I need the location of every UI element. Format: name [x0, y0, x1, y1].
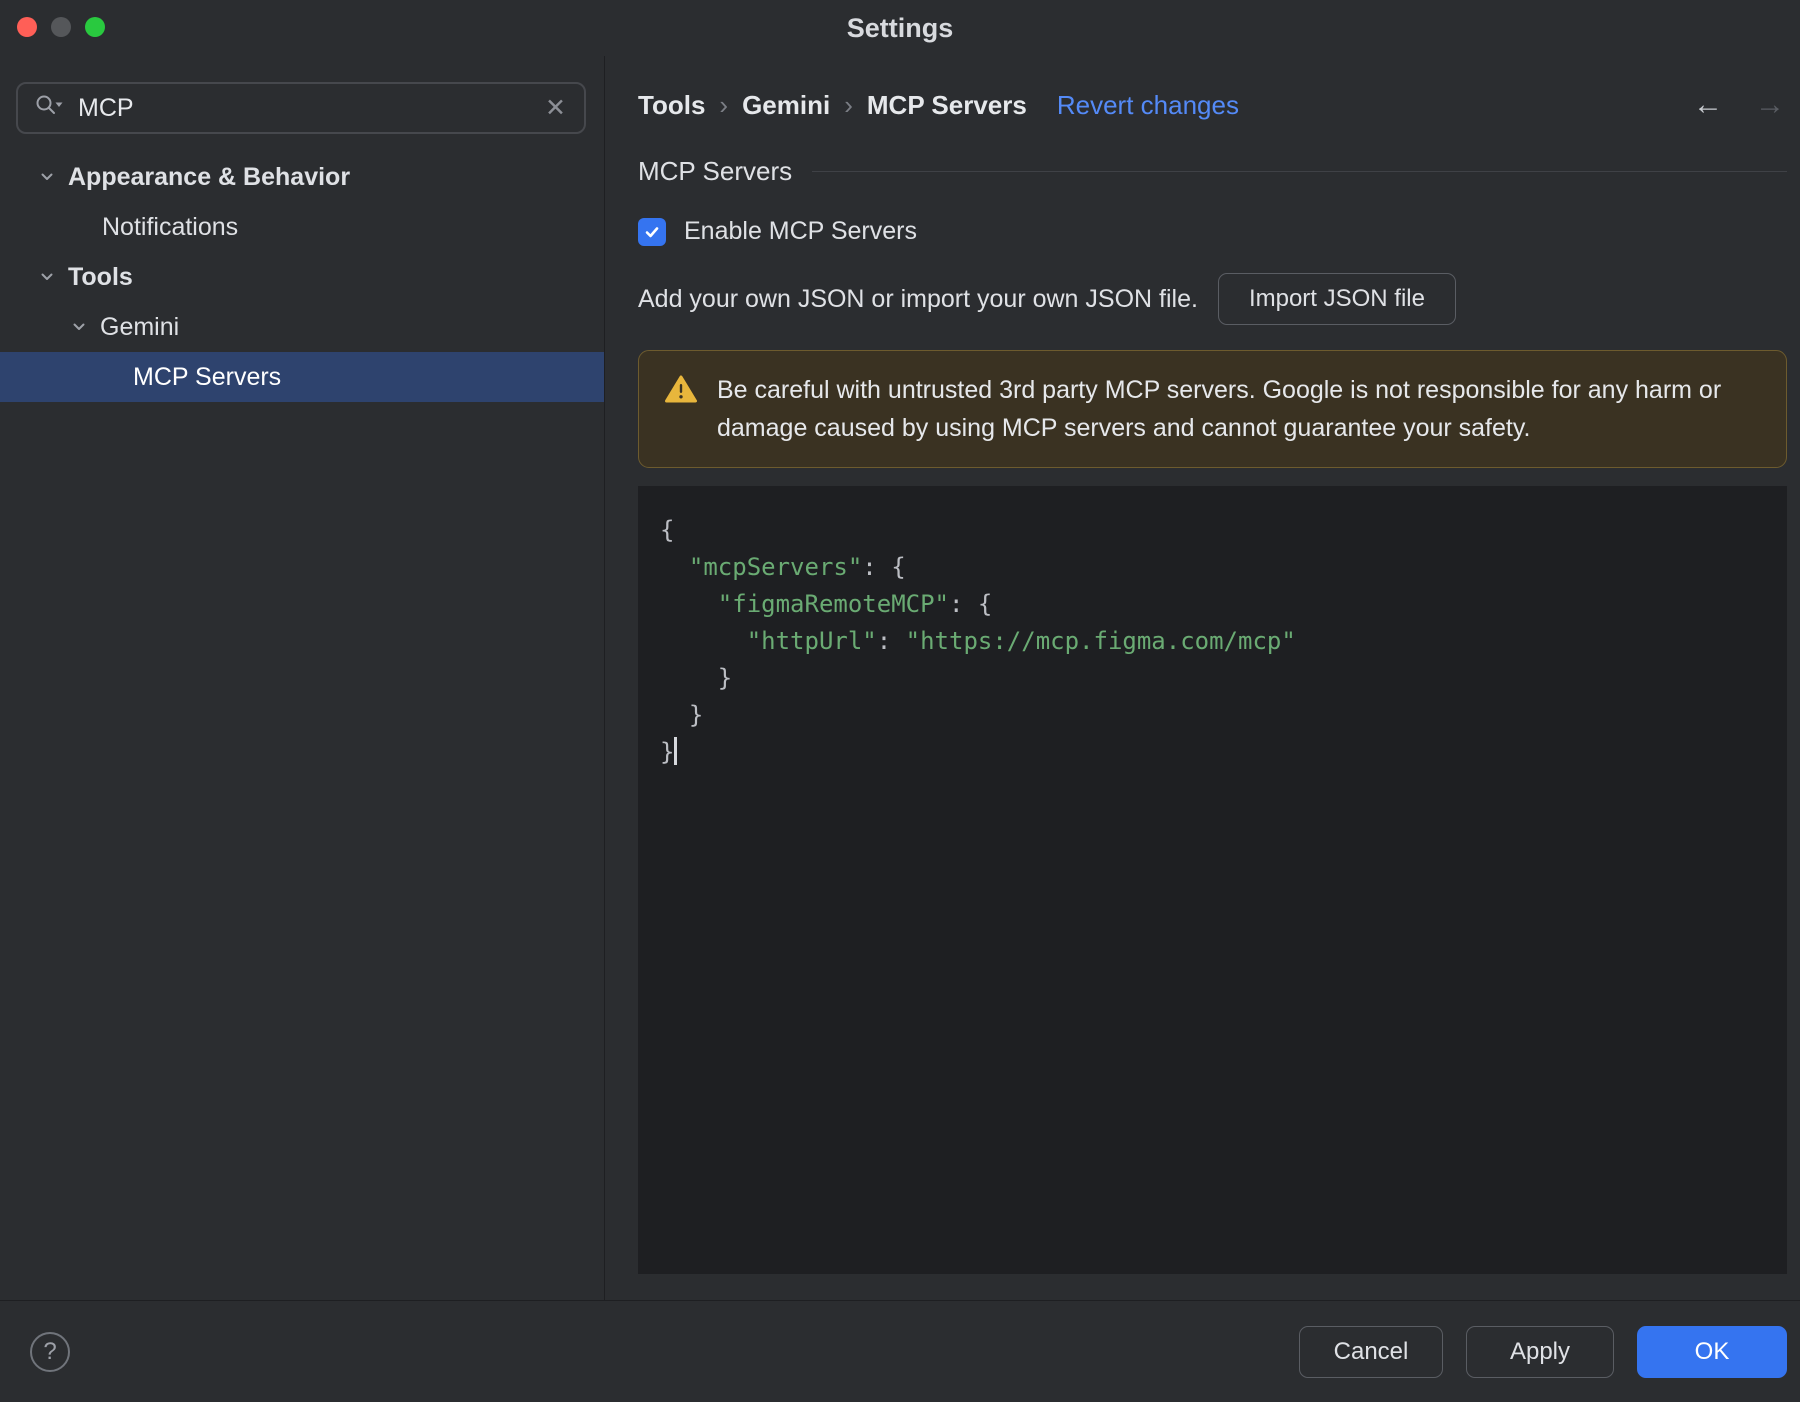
code-line: } — [660, 664, 733, 692]
sidebar-item-tools[interactable]: Tools — [0, 252, 604, 302]
warning-text: Be careful with untrusted 3rd party MCP … — [717, 376, 1722, 442]
import-description: Add your own JSON or import your own JSO… — [638, 284, 1198, 313]
ok-button[interactable]: OK — [1637, 1325, 1787, 1378]
import-row: Add your own JSON or import your own JSO… — [638, 272, 1787, 326]
sidebar-item-appearance-behavior[interactable]: Appearance & Behavior — [0, 152, 604, 202]
chevron-separator-icon: › — [844, 89, 853, 120]
sidebar-item-label: Tools — [68, 262, 133, 291]
section-divider — [812, 171, 1787, 172]
dialog-footer: ? Cancel Apply OK — [0, 1300, 1800, 1402]
page-title: MCP Servers — [638, 156, 793, 186]
settings-main-pane: Tools › Gemini › MCP Servers Revert chan… — [605, 56, 1800, 1300]
titlebar: Settings — [0, 0, 1800, 56]
warning-banner: Be careful with untrusted 3rd party MCP … — [638, 350, 1787, 468]
checkmark-icon — [645, 226, 659, 237]
settings-window: Settings ✕ — [0, 0, 1800, 1402]
apply-button[interactable]: Apply — [1466, 1325, 1614, 1378]
forward-arrow-icon[interactable]: → — [1755, 88, 1785, 122]
json-editor[interactable]: { "mcpServers": { "figmaRemoteMCP": { "h… — [638, 486, 1787, 1274]
code-line: "httpUrl": "https://mcp.figma.com/mcp" — [746, 627, 1296, 655]
sidebar-item-label: Notifications — [102, 212, 239, 241]
import-json-button[interactable]: Import JSON file — [1217, 273, 1456, 325]
warning-icon — [665, 375, 697, 410]
sidebar-item-mcp-servers[interactable]: MCP Servers — [0, 352, 604, 402]
code-line: "figmaRemoteMCP": { — [717, 590, 993, 618]
enable-mcp-checkbox[interactable] — [638, 217, 666, 246]
sidebar-item-notifications[interactable]: Notifications — [0, 202, 604, 252]
window-title: Settings — [846, 12, 954, 43]
code-line: { — [660, 516, 675, 544]
chevron-down-icon[interactable] — [70, 318, 88, 336]
code-line: "mcpServers": { — [688, 553, 906, 581]
cancel-button[interactable]: Cancel — [1299, 1325, 1443, 1378]
clear-search-icon[interactable]: ✕ — [543, 95, 568, 121]
back-arrow-icon[interactable]: ← — [1693, 88, 1723, 122]
breadcrumb-item-tools[interactable]: Tools — [638, 90, 705, 121]
json-editor-code: { "mcpServers": { "figmaRemoteMCP": { "h… — [660, 512, 1767, 771]
enable-mcp-label[interactable]: Enable MCP Servers — [684, 217, 917, 246]
sidebar-item-label: Appearance & Behavior — [68, 162, 351, 191]
enable-mcp-row: Enable MCP Servers — [638, 217, 1787, 246]
chevron-down-icon[interactable] — [38, 168, 56, 186]
sidebar-item-label: Gemini — [100, 312, 180, 341]
search-box: ✕ — [16, 82, 586, 134]
sidebar-item-label: MCP Servers — [133, 362, 282, 391]
breadcrumb-item-gemini[interactable]: Gemini — [742, 90, 830, 121]
chevron-separator-icon: › — [719, 89, 729, 120]
text-cursor — [674, 737, 677, 765]
breadcrumb: Tools › Gemini › MCP Servers Revert chan… — [638, 86, 1787, 124]
chevron-down-icon[interactable] — [38, 268, 56, 286]
code-line: } — [660, 734, 1767, 771]
help-icon[interactable]: ? — [30, 1331, 70, 1372]
revert-changes-link[interactable]: Revert changes — [1057, 90, 1239, 121]
history-navigation: ← → — [1693, 86, 1785, 124]
breadcrumb-item-mcp-servers[interactable]: MCP Servers — [867, 90, 1027, 121]
search-input[interactable] — [76, 92, 532, 124]
settings-sidebar: ✕ Appearance & Behavior Notifications — [0, 56, 605, 1300]
settings-tree: Appearance & Behavior Notifications Tool… — [0, 152, 604, 1300]
code-line: } — [660, 701, 704, 729]
sidebar-item-gemini[interactable]: Gemini — [0, 302, 604, 352]
section-header: MCP Servers — [638, 156, 1787, 187]
search-icon[interactable] — [34, 93, 64, 124]
